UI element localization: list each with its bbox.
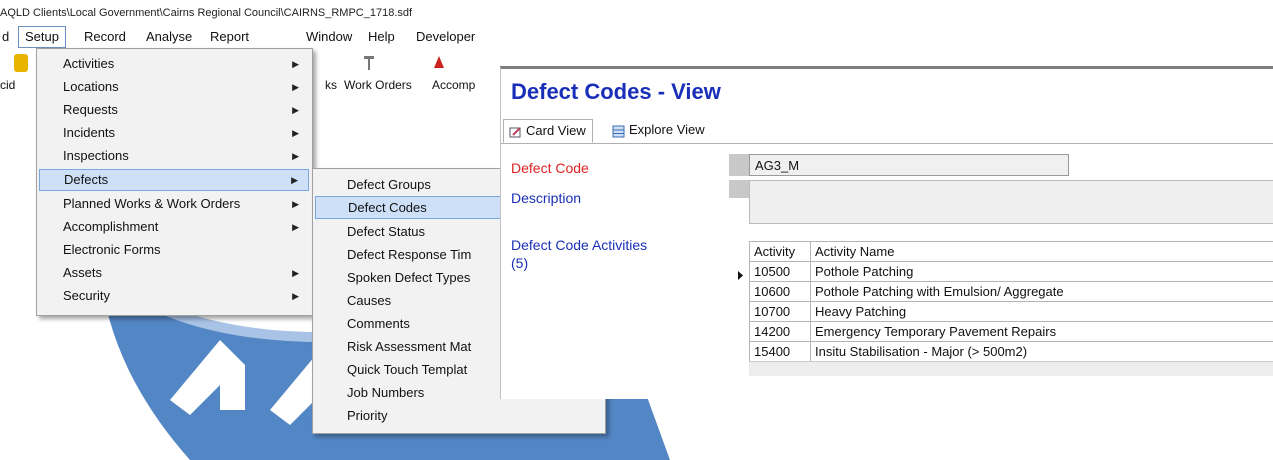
setup-item-locations[interactable]: Locations ▶: [39, 76, 309, 98]
activities-count: (5): [511, 255, 528, 271]
submenu-arrow-icon: ▶: [292, 99, 299, 121]
current-row-indicator-icon: [729, 266, 749, 285]
toolbar-work-orders-label[interactable]: Work Orders: [344, 78, 412, 92]
defect-code-label: Defect Code: [511, 160, 589, 176]
field-gutter: [729, 180, 749, 198]
table-footer: [749, 361, 1273, 376]
activity-name-cell: Pothole Patching with Emulsion/ Aggregat…: [811, 282, 1273, 302]
work-orders-icon[interactable]: [362, 54, 376, 72]
edit-card-icon: [509, 124, 522, 137]
menu-item-label: Activities: [63, 56, 114, 71]
card-view-body: Defect Code Description Defect Code Acti…: [501, 144, 1273, 399]
tab-explore-view[interactable]: Explore View: [607, 119, 711, 141]
menu-item-label: Planned Works & Work Orders: [63, 196, 240, 211]
view-tabs: Card View Explore View: [501, 117, 1273, 144]
setup-item-activities[interactable]: Activities ▶: [39, 53, 309, 75]
submenu-arrow-icon: ▶: [291, 170, 298, 190]
menu-file[interactable]: d: [0, 26, 15, 48]
submenu-arrow-icon: ▶: [292, 285, 299, 307]
setup-item-accomplishment[interactable]: Accomplishment ▶: [39, 216, 309, 238]
submenu-arrow-icon: ▶: [292, 193, 299, 215]
submenu-arrow-icon: ▶: [292, 262, 299, 284]
table-row[interactable]: 10500 Pothole Patching: [750, 262, 1273, 282]
tab-label: Explore View: [629, 122, 705, 137]
table-row[interactable]: 15400 Insitu Stabilisation - Major (> 50…: [750, 342, 1273, 362]
field-gutter: [729, 154, 749, 176]
accomplishment-icon[interactable]: [432, 54, 446, 72]
submenu-arrow-icon: ▶: [292, 216, 299, 238]
menu-report[interactable]: Report: [204, 26, 255, 48]
activity-cell: 15400: [750, 342, 811, 362]
tab-card-view[interactable]: Card View: [503, 119, 593, 143]
menubar: d Setup Record Analyse Report Window Hel…: [0, 26, 520, 48]
description-label: Description: [511, 190, 581, 206]
menu-analyse[interactable]: Analyse: [140, 26, 198, 48]
setup-menu: Activities ▶ Locations ▶ Requests ▶ Inciden…: [36, 48, 313, 316]
defect-code-field[interactable]: AG3_M: [749, 154, 1069, 176]
menu-window[interactable]: Window: [300, 26, 358, 48]
menu-item-label: Incidents: [63, 125, 115, 140]
activity-cell: 14200: [750, 322, 811, 342]
activity-cell: 10700: [750, 302, 811, 322]
menu-item-label: Security: [63, 288, 110, 303]
activity-cell: 10600: [750, 282, 811, 302]
setup-item-defects[interactable]: Defects ▶: [39, 169, 309, 191]
incident-icon[interactable]: [14, 54, 28, 72]
activity-name-cell: Insitu Stabilisation - Major (> 500m2): [811, 342, 1273, 362]
menu-item-label: Defects: [64, 172, 108, 187]
page-title: Defect Codes - View: [511, 79, 721, 105]
menu-item-label: Requests: [63, 102, 118, 117]
table-row[interactable]: 14200 Emergency Temporary Pavement Repai…: [750, 322, 1273, 342]
tab-label: Card View: [526, 123, 586, 138]
submenu-arrow-icon: ▶: [292, 76, 299, 98]
toolbar-works-label[interactable]: ks: [325, 78, 337, 92]
toolbar-accomplishment-label[interactable]: Accomp: [432, 78, 475, 92]
defects-item-priority[interactable]: Priority: [315, 404, 603, 427]
setup-item-planned-works[interactable]: Planned Works & Work Orders ▶: [39, 193, 309, 215]
table-row[interactable]: 10600 Pothole Patching with Emulsion/ Ag…: [750, 282, 1273, 302]
setup-item-inspections[interactable]: Inspections ▶: [39, 145, 309, 167]
menu-record[interactable]: Record: [78, 26, 132, 48]
column-header-activity-name[interactable]: Activity Name: [811, 242, 1273, 262]
menu-item-label: Locations: [63, 79, 119, 94]
menu-developer[interactable]: Developer: [410, 26, 481, 48]
activities-table: Activity Activity Name 10500 Pothole Pat…: [749, 241, 1273, 362]
window-title-path: AQLD Clients\Local Government\Cairns Reg…: [0, 0, 700, 26]
description-field[interactable]: [749, 180, 1273, 224]
menu-help[interactable]: Help: [362, 26, 401, 48]
grid-icon: [612, 123, 625, 136]
menu-item-label: Inspections: [63, 148, 129, 163]
toolbar-incidents-label[interactable]: cid: [0, 78, 15, 92]
activities-label: Defect Code Activities: [511, 237, 647, 253]
setup-item-incidents[interactable]: Incidents ▶: [39, 122, 309, 144]
setup-item-requests[interactable]: Requests ▶: [39, 99, 309, 121]
activity-name-cell: Heavy Patching: [811, 302, 1273, 322]
defect-codes-view-window: Defect Codes - View Card View Explore Vi…: [500, 66, 1273, 399]
table-row[interactable]: 10700 Heavy Patching: [750, 302, 1273, 322]
activity-cell: 10500: [750, 262, 811, 282]
column-header-activity[interactable]: Activity: [750, 242, 811, 262]
menu-setup[interactable]: Setup: [18, 26, 66, 48]
menu-item-label: Electronic Forms: [63, 242, 161, 257]
table-header-row: Activity Activity Name: [750, 242, 1273, 262]
submenu-arrow-icon: ▶: [292, 122, 299, 144]
activity-name-cell: Emergency Temporary Pavement Repairs: [811, 322, 1273, 342]
setup-item-electronic-forms[interactable]: Electronic Forms: [39, 239, 309, 261]
setup-item-assets[interactable]: Assets ▶: [39, 262, 309, 284]
submenu-arrow-icon: ▶: [292, 145, 299, 167]
activity-name-cell: Pothole Patching: [811, 262, 1273, 282]
submenu-arrow-icon: ▶: [292, 53, 299, 75]
setup-item-security[interactable]: Security ▶: [39, 285, 309, 307]
menu-item-label: Accomplishment: [63, 219, 158, 234]
menu-item-label: Assets: [63, 265, 102, 280]
